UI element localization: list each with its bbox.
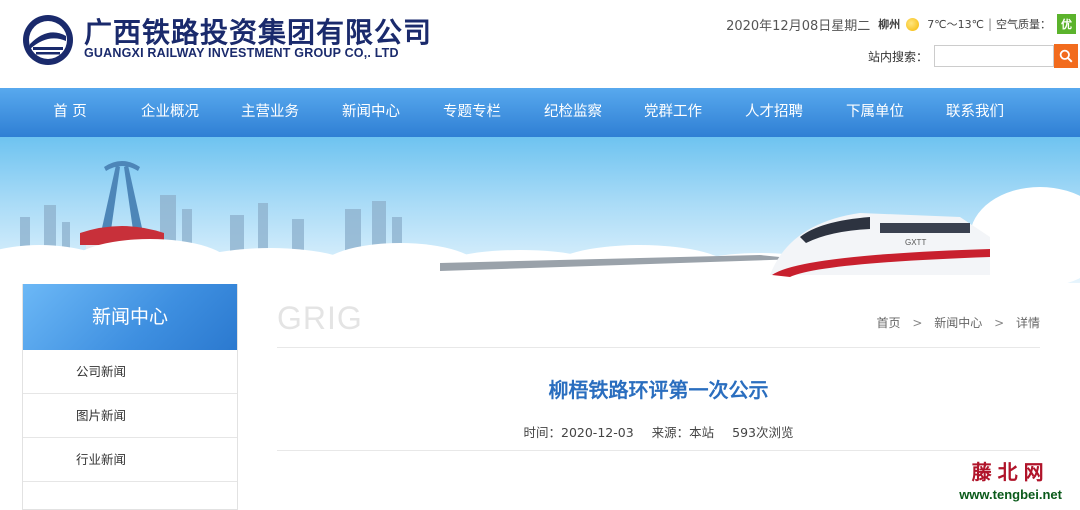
- sidebar-item-company-news[interactable]: 公司新闻: [23, 350, 237, 394]
- breadcrumb-home[interactable]: 首页: [877, 316, 901, 330]
- weather-temperature: 7℃～13℃: [927, 18, 984, 31]
- article-meta: 时间：2020-12-03 来源：本站 593次浏览: [277, 422, 1040, 441]
- nav-item-topics[interactable]: 专题专栏: [443, 88, 501, 137]
- site-search: 站内搜索：: [868, 44, 1078, 68]
- breadcrumb: 首页 > 新闻中心 > 详情: [877, 314, 1040, 331]
- article-time: 时间：2020-12-03: [523, 425, 634, 440]
- watermark-cn: 藤北网: [971, 460, 1050, 484]
- sidebar-item-photo-news[interactable]: 图片新闻: [23, 394, 237, 438]
- info-separator: |: [987, 17, 992, 31]
- sidebar-item-industry-news[interactable]: 行业新闻: [23, 438, 237, 482]
- breadcrumb-separator: >: [994, 316, 1005, 330]
- search-label: 站内搜索：: [867, 49, 928, 64]
- company-name-cn: 广西铁路投资集团有限公司: [84, 16, 433, 49]
- banner-illustration: GXTT: [0, 161, 1080, 283]
- train-label: GXTT: [905, 238, 926, 247]
- article-source: 来源：本站: [651, 425, 715, 440]
- railway-logo-icon[interactable]: [22, 14, 74, 66]
- breadcrumb-separator: >: [912, 316, 923, 330]
- sun-icon: [906, 17, 920, 31]
- air-quality-label: 空气质量：: [996, 18, 1051, 31]
- company-name-en: GUANGXI RAILWAY INVESTMENT GROUP CO,. LT…: [84, 46, 399, 60]
- divider: [277, 450, 1040, 451]
- nav-item-about[interactable]: 企业概况: [141, 88, 199, 137]
- nav-item-home[interactable]: 首 页: [53, 88, 87, 137]
- sidebar-title: 新闻中心: [23, 284, 237, 350]
- article-title: 柳梧铁路环评第一次公示: [548, 378, 769, 402]
- nav-item-business[interactable]: 主营业务: [241, 88, 299, 137]
- main-navigation: 首 页 企业概况 主营业务 新闻中心 专题专栏 纪检监察 党群工作 人才招聘 下…: [0, 88, 1080, 137]
- nav-item-discipline[interactable]: 纪检监察: [544, 88, 602, 137]
- current-date: 2020年12月08日星期二: [726, 18, 871, 34]
- search-icon: [1059, 49, 1073, 63]
- air-quality-badge: 优: [1057, 14, 1076, 34]
- nav-item-party[interactable]: 党群工作: [644, 88, 702, 137]
- breadcrumb-current: 详情: [1015, 316, 1040, 330]
- watermark-en: www.tengbei.net: [959, 487, 1062, 502]
- divider: [277, 347, 1040, 348]
- hero-banner: GXTT: [0, 137, 1080, 283]
- site-header: 广西铁路投资集团有限公司 GUANGXI RAILWAY INVESTMENT …: [0, 0, 1080, 88]
- nav-item-careers[interactable]: 人才招聘: [745, 88, 803, 137]
- nav-item-news[interactable]: 新闻中心: [342, 88, 400, 137]
- top-info-bar: 2020年12月08日星期二 柳州 7℃～13℃ | 空气质量： 优: [726, 14, 1076, 34]
- section-watermark: GRIG: [277, 300, 363, 336]
- search-button[interactable]: [1054, 44, 1078, 68]
- weather-city: 柳州: [878, 18, 901, 31]
- nav-item-contact[interactable]: 联系我们: [946, 88, 1004, 137]
- site-watermark: 藤北网 www.tengbei.net: [959, 456, 1062, 502]
- nav-item-subsidiaries[interactable]: 下属单位: [846, 88, 904, 137]
- sidebar: 新闻中心 公司新闻 图片新闻 行业新闻: [22, 284, 238, 510]
- breadcrumb-news[interactable]: 新闻中心: [934, 316, 982, 330]
- article-views: 593次浏览: [732, 425, 794, 440]
- train-illustration: GXTT: [770, 213, 990, 277]
- search-input[interactable]: [934, 45, 1054, 67]
